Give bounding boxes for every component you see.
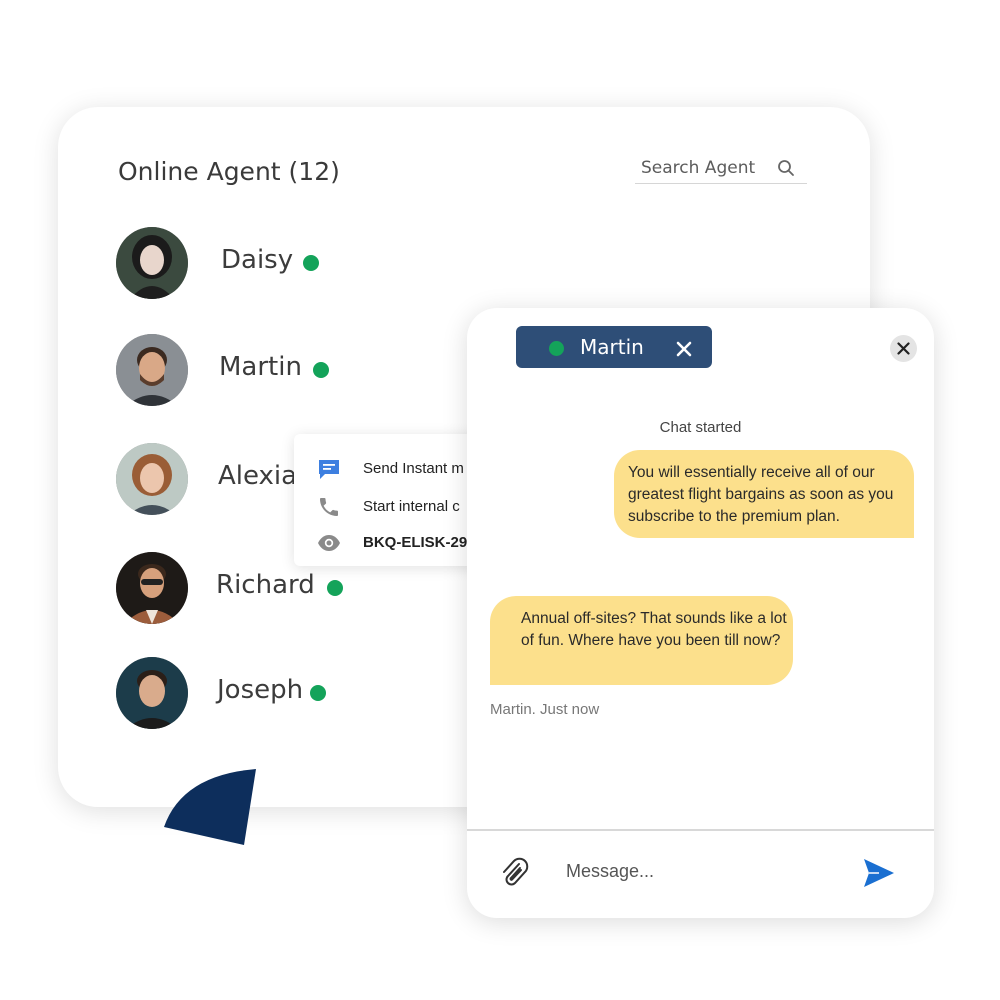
message-icon xyxy=(319,460,339,479)
chat-started-text: Chat started xyxy=(659,419,742,436)
decorative-shape xyxy=(164,769,256,845)
online-status-dot xyxy=(327,580,343,596)
close-icon xyxy=(897,342,910,355)
panel-title: Online Agent (12) xyxy=(118,157,340,186)
menu-label: BKQ-ELISK-29 xyxy=(363,534,468,551)
avatar xyxy=(116,657,188,729)
menu-label: Start internal c xyxy=(363,498,460,515)
eye-icon xyxy=(318,535,340,551)
search-icon[interactable] xyxy=(777,159,795,177)
agent-context-menu: Send Instant m Start internal c BKQ-ELIS… xyxy=(294,434,494,566)
avatar xyxy=(116,443,188,515)
message-meta: Martin. Just now xyxy=(490,701,600,718)
incoming-message-bubble: Annual off-sites? That sounds like a lot… xyxy=(490,596,793,685)
online-status-dot xyxy=(313,362,329,378)
online-status-dot xyxy=(549,341,564,356)
online-status-dot xyxy=(303,255,319,271)
paperclip-icon[interactable] xyxy=(499,856,529,888)
phone-icon xyxy=(320,498,338,516)
agent-row-daisy[interactable]: Daisy xyxy=(116,227,436,301)
agent-row-joseph[interactable]: Joseph xyxy=(116,657,436,731)
avatar xyxy=(116,334,188,406)
divider xyxy=(467,829,934,831)
menu-label: Send Instant m xyxy=(363,460,464,477)
menu-item-start-internal-call[interactable]: Start internal c xyxy=(294,489,494,523)
avatar xyxy=(116,552,188,624)
search-box xyxy=(635,155,807,184)
chat-window: Martin Chat started You will essentially… xyxy=(467,308,934,918)
agent-name: Martin xyxy=(219,352,302,382)
chat-tab-name: Martin xyxy=(580,335,644,359)
send-icon[interactable] xyxy=(863,858,895,888)
menu-item-view-ticket[interactable]: BKQ-ELISK-29 xyxy=(294,525,494,559)
close-chat-button[interactable] xyxy=(890,335,917,362)
avatar xyxy=(116,227,188,299)
agent-name: Daisy xyxy=(221,245,294,275)
outgoing-message-bubble: You will essentially receive all of our … xyxy=(614,450,914,538)
agent-name: Richard xyxy=(216,570,315,600)
message-input[interactable] xyxy=(566,857,836,885)
agent-name: Joseph xyxy=(217,675,304,705)
online-status-dot xyxy=(310,685,326,701)
agent-name: Alexia xyxy=(218,461,298,491)
search-input[interactable] xyxy=(641,155,781,181)
chat-started-label: Chat started xyxy=(467,419,934,436)
menu-item-send-instant-message[interactable]: Send Instant m xyxy=(294,451,494,485)
chat-tab-martin[interactable]: Martin xyxy=(516,326,712,368)
agent-row-martin[interactable]: Martin xyxy=(116,334,436,408)
close-tab-icon[interactable] xyxy=(676,341,692,357)
